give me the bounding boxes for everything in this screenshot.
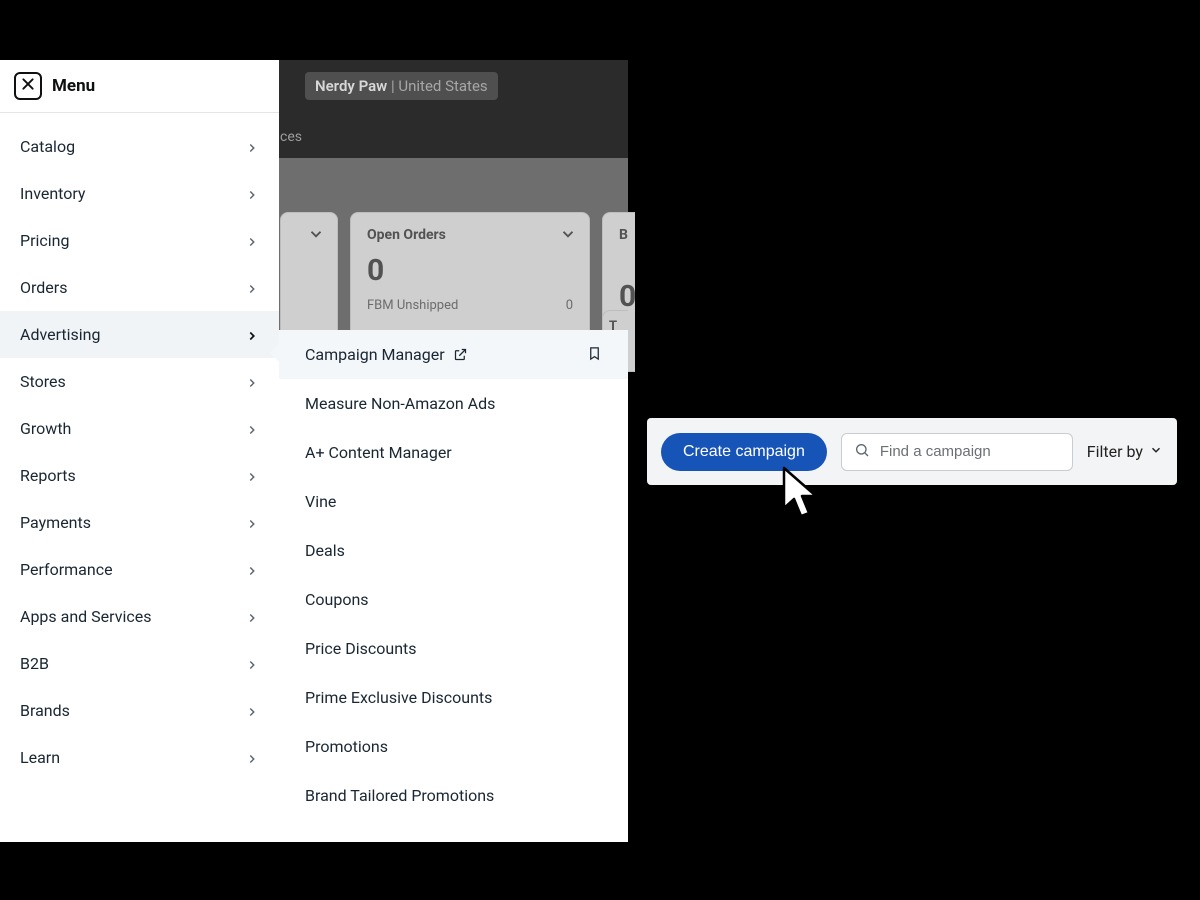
chevron-right-icon bbox=[245, 704, 259, 718]
chevron-right-icon bbox=[245, 234, 259, 248]
sidebar-item-orders[interactable]: Orders bbox=[0, 264, 279, 311]
submenu-item-label: Price Discounts bbox=[305, 639, 417, 658]
submenu-item-deals[interactable]: Deals bbox=[279, 526, 628, 575]
sidebar-item-label: Apps and Services bbox=[20, 607, 151, 626]
seller-central-screenshot: Nerdy Paw | United States ces Open Order… bbox=[0, 60, 628, 842]
chevron-down-icon[interactable] bbox=[559, 225, 577, 243]
submenu-item-price-discounts[interactable]: Price Discounts bbox=[279, 624, 628, 673]
card-row-value: 0 bbox=[566, 298, 573, 313]
sidebar-item-apps[interactable]: Apps and Services bbox=[0, 593, 279, 640]
submenu-item-promotions[interactable]: Promotions bbox=[279, 722, 628, 771]
sidebar-item-advertising[interactable]: Advertising bbox=[0, 311, 279, 358]
card-row-label: FBM Unshipped bbox=[367, 298, 458, 313]
submenu-item-label: Measure Non-Amazon Ads bbox=[305, 394, 495, 413]
submenu-item-label: Promotions bbox=[305, 737, 388, 756]
submenu-item-aplus[interactable]: A+ Content Manager bbox=[279, 428, 628, 477]
chevron-right-icon bbox=[245, 469, 259, 483]
filter-by-dropdown[interactable]: Filter by bbox=[1087, 442, 1163, 461]
submenu-item-label: Vine bbox=[305, 492, 336, 511]
chevron-right-icon bbox=[245, 422, 259, 436]
store-region: United States bbox=[398, 77, 487, 95]
filter-label: Filter by bbox=[1087, 442, 1143, 461]
chevron-right-icon bbox=[245, 516, 259, 530]
bookmark-icon[interactable] bbox=[587, 346, 602, 364]
sidebar-item-learn[interactable]: Learn bbox=[0, 734, 279, 781]
sidebar-item-label: Performance bbox=[20, 560, 113, 579]
store-name: Nerdy Paw bbox=[315, 77, 387, 95]
sidebar-item-label: Learn bbox=[20, 748, 60, 767]
chevron-right-icon bbox=[245, 187, 259, 201]
sidebar-item-label: Inventory bbox=[20, 184, 86, 203]
main-sidebar: Menu Catalog Inventory Pricing Orders Ad… bbox=[0, 60, 279, 842]
sidebar-item-label: Pricing bbox=[20, 231, 70, 250]
close-icon bbox=[20, 76, 36, 96]
card-value: 0 bbox=[367, 253, 573, 288]
submenu-item-coupons[interactable]: Coupons bbox=[279, 575, 628, 624]
chevron-right-icon bbox=[245, 657, 259, 671]
advertising-submenu: Campaign Manager Measure Non-Amazon Ads … bbox=[279, 330, 628, 842]
create-campaign-button[interactable]: Create campaign bbox=[661, 433, 827, 471]
chevron-down-icon[interactable] bbox=[307, 225, 325, 243]
sidebar-item-pricing[interactable]: Pricing bbox=[0, 217, 279, 264]
submenu-item-measure-non-amazon[interactable]: Measure Non-Amazon Ads bbox=[279, 379, 628, 428]
sidebar-item-label: Brands bbox=[20, 701, 70, 720]
external-link-icon bbox=[453, 347, 468, 362]
sidebar-item-label: Advertising bbox=[20, 325, 101, 344]
submenu-item-campaign-manager[interactable]: Campaign Manager bbox=[279, 330, 628, 379]
submenu-item-label: Campaign Manager bbox=[305, 345, 445, 364]
close-menu-button[interactable] bbox=[14, 72, 42, 100]
sidebar-item-label: Reports bbox=[20, 466, 76, 485]
sidebar-item-label: B2B bbox=[20, 654, 49, 673]
chevron-right-icon bbox=[245, 610, 259, 624]
chevron-right-icon bbox=[245, 375, 259, 389]
submenu-item-prime-exclusive[interactable]: Prime Exclusive Discounts bbox=[279, 673, 628, 722]
chevron-right-icon bbox=[245, 563, 259, 577]
campaign-search[interactable] bbox=[841, 433, 1073, 471]
sidebar-item-label: Catalog bbox=[20, 137, 75, 156]
submenu-item-vine[interactable]: Vine bbox=[279, 477, 628, 526]
sidebar-item-inventory[interactable]: Inventory bbox=[0, 170, 279, 217]
campaign-toolbar: Create campaign Filter by bbox=[647, 418, 1177, 485]
breadcrumb-fragment: ces bbox=[280, 129, 302, 145]
submenu-pointer bbox=[270, 344, 279, 362]
store-selector[interactable]: Nerdy Paw | United States bbox=[305, 72, 498, 100]
chevron-right-icon bbox=[245, 140, 259, 154]
card-title: Open Orders bbox=[367, 227, 573, 243]
submenu-item-label: Prime Exclusive Discounts bbox=[305, 688, 492, 707]
sidebar-item-catalog[interactable]: Catalog bbox=[0, 123, 279, 170]
menu-header: Menu bbox=[0, 60, 279, 113]
search-icon bbox=[854, 442, 870, 462]
sidebar-item-label: Payments bbox=[20, 513, 91, 532]
chevron-right-icon bbox=[245, 328, 259, 342]
submenu-item-label: Brand Tailored Promotions bbox=[305, 786, 494, 805]
submenu-item-label: A+ Content Manager bbox=[305, 443, 452, 462]
sidebar-item-label: Growth bbox=[20, 419, 71, 438]
submenu-item-label: Coupons bbox=[305, 590, 369, 609]
submenu-item-label: Deals bbox=[305, 541, 345, 560]
sidebar-item-growth[interactable]: Growth bbox=[0, 405, 279, 452]
menu-title: Menu bbox=[52, 76, 95, 96]
sidebar-item-performance[interactable]: Performance bbox=[0, 546, 279, 593]
sidebar-item-reports[interactable]: Reports bbox=[0, 452, 279, 499]
sidebar-item-stores[interactable]: Stores bbox=[0, 358, 279, 405]
sidebar-item-payments[interactable]: Payments bbox=[0, 499, 279, 546]
nav-list: Catalog Inventory Pricing Orders Adverti… bbox=[0, 113, 279, 791]
submenu-item-brand-tailored[interactable]: Brand Tailored Promotions bbox=[279, 771, 628, 820]
chevron-right-icon bbox=[245, 751, 259, 765]
chevron-down-icon bbox=[1149, 442, 1163, 461]
chevron-right-icon bbox=[245, 281, 259, 295]
sidebar-item-b2b[interactable]: B2B bbox=[0, 640, 279, 687]
search-input[interactable] bbox=[880, 443, 1060, 460]
sidebar-item-label: Orders bbox=[20, 278, 67, 297]
sidebar-item-brands[interactable]: Brands bbox=[0, 687, 279, 734]
sidebar-item-label: Stores bbox=[20, 372, 66, 391]
